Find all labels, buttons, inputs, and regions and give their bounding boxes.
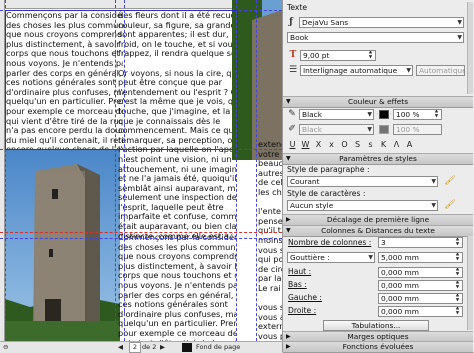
spin-arrows-icon[interactable]: ▲ ▼ (433, 110, 440, 119)
fill-color-swatch (379, 110, 389, 119)
strikethrough-button[interactable]: K (378, 139, 389, 150)
shadow-button[interactable]: S (352, 139, 363, 150)
next-page-icon[interactable]: ▶ (160, 342, 165, 353)
spin-arrows-icon[interactable]: ▲ ▼ (454, 253, 461, 262)
column-guide-4 (256, 0, 257, 341)
properties-panel: Texte ƒ DejaVu Sans ▼ Book ▼ T 9,00 pt ▲ ▼ ☰… (282, 0, 474, 353)
text-frame-selected[interactable] (5, 10, 238, 150)
fonctions-evoluees-header[interactable]: ▶ Fonctions évoluées (283, 341, 473, 353)
small-caps-button[interactable]: s (365, 139, 376, 150)
chevron-down-icon: ▼ (368, 254, 373, 261)
line-spacing-select[interactable]: Interlignage automatique ▼ (300, 65, 413, 76)
top-distance-field[interactable]: 0,000 mm ▲ ▼ (378, 267, 463, 278)
all-caps-button[interactable]: Λ (391, 139, 402, 150)
spin-arrows-icon[interactable]: ▲ ▼ (454, 307, 461, 316)
zoom-out-icon[interactable]: ⊖ (3, 342, 8, 353)
char-style-brush-icon[interactable]: 🖌 (444, 199, 456, 211)
superscript-button[interactable]: x (326, 139, 337, 150)
colonnes-distances-header[interactable]: ▼ Colonnes & Distances du texte (283, 225, 473, 237)
text-column-3[interactable]: extenc votre beauc autres de cel les ch … (258, 140, 282, 340)
tower-photo[interactable] (5, 149, 120, 341)
columns-count-label: Nombre de colonnes : (288, 238, 372, 247)
paragraph-style-select[interactable]: Courant ▼ (287, 176, 438, 187)
spin-arrows-icon[interactable]: ▲ ▼ (454, 238, 461, 247)
chevron-down-icon: ▼ (367, 126, 372, 133)
spin-arrows-icon[interactable]: ▲ ▼ (454, 281, 461, 290)
spin-arrows-icon[interactable]: ▲ ▼ (454, 268, 461, 277)
font-style-select[interactable]: Book ▼ (287, 32, 464, 43)
underline-words-button[interactable]: W (300, 139, 311, 150)
texte-scrollbar[interactable] (467, 2, 473, 94)
left-distance-field[interactable]: 0,000 mm ▲ ▼ (378, 293, 463, 304)
font-icon: ƒ (289, 17, 293, 27)
texte-section-title: Texte (287, 3, 308, 12)
document-canvas[interactable]: Commençons par la considération des chos… (0, 0, 282, 341)
columns-scrollbar[interactable] (467, 236, 473, 330)
chevron-down-icon: ▼ (457, 19, 462, 26)
font-size-icon: T (289, 50, 297, 60)
font-size-field[interactable]: 9,00 pt ▲ ▼ (300, 50, 376, 61)
tabulations-button[interactable]: Tabulations... (323, 320, 429, 331)
chevron-down-icon: ▼ (367, 111, 372, 118)
gutter-field[interactable]: 5,000 mm ▲ ▼ (378, 252, 463, 263)
spin-arrows-icon[interactable]: ▲ ▼ (367, 51, 374, 60)
chevron-down-icon: ▼ (457, 34, 462, 41)
page-number-field[interactable]: 2 (129, 342, 141, 353)
couleur-effets-header[interactable]: ▼ Couleur & effets (283, 96, 473, 108)
row-guide-2 (0, 238, 282, 239)
chevron-down-icon: ▼ (431, 202, 436, 209)
status-bar: ⊖ ◀ 2 de 2 ▶ Fond de page (0, 341, 282, 353)
prev-page-icon[interactable]: ◀ (118, 342, 123, 353)
tower-photo-edge[interactable] (232, 0, 282, 160)
line-spacing-value-field: Automatique (416, 65, 465, 76)
top-distance-label: Haut : (288, 267, 312, 276)
page-count-label: de 2 (142, 343, 157, 351)
fill-color-select[interactable]: Black ▼ (299, 109, 374, 120)
line-spacing-icon: ☰ (288, 65, 298, 75)
left-distance-label: Gauche : (288, 293, 322, 302)
right-distance-label: Droite : (288, 306, 317, 315)
layer-color-swatch (182, 343, 192, 352)
pen-icon: ✎ (288, 109, 296, 119)
layer-selector[interactable]: Fond de page (196, 342, 240, 353)
columns-count-field[interactable]: 3 ▲ ▼ (378, 237, 463, 248)
underline-button[interactable]: U (287, 139, 298, 150)
paragraph-style-label: Style de paragraphe : (287, 165, 370, 174)
bottom-distance-label: Bas : (288, 280, 307, 289)
stroke-icon: ✐ (288, 124, 296, 134)
chevron-down-icon: ▼ (406, 67, 411, 74)
character-style-select[interactable]: Aucun style ▼ (287, 200, 438, 211)
spin-arrows-icon[interactable]: ▲ ▼ (454, 294, 461, 303)
stroke-shade-field: 100 % (393, 124, 442, 135)
character-style-label: Style de caractères : (287, 189, 366, 198)
font-family-select[interactable]: DejaVu Sans ▼ (299, 17, 464, 28)
stroke-color-swatch (379, 125, 389, 134)
stroke-color-select: Black ▼ (299, 124, 374, 135)
style-brush-icon[interactable]: 🖌 (444, 175, 456, 187)
outline-text-button[interactable]: A (404, 139, 415, 150)
outline-button[interactable]: O (339, 139, 350, 150)
fill-shade-field[interactable]: 100 % ▲ ▼ (393, 109, 442, 120)
bottom-distance-field[interactable]: 0,000 mm ▲ ▼ (378, 280, 463, 291)
baseline-guide (0, 232, 282, 233)
chevron-down-icon: ▼ (431, 178, 436, 185)
text-column-2-bottom[interactable]: Commençons par la considération des chos… (118, 233, 236, 341)
subscript-button[interactable]: X (313, 139, 324, 150)
gutter-select[interactable]: Gouttière : ▼ (287, 252, 375, 263)
right-distance-field[interactable]: 0,000 mm ▲ ▼ (378, 306, 463, 317)
